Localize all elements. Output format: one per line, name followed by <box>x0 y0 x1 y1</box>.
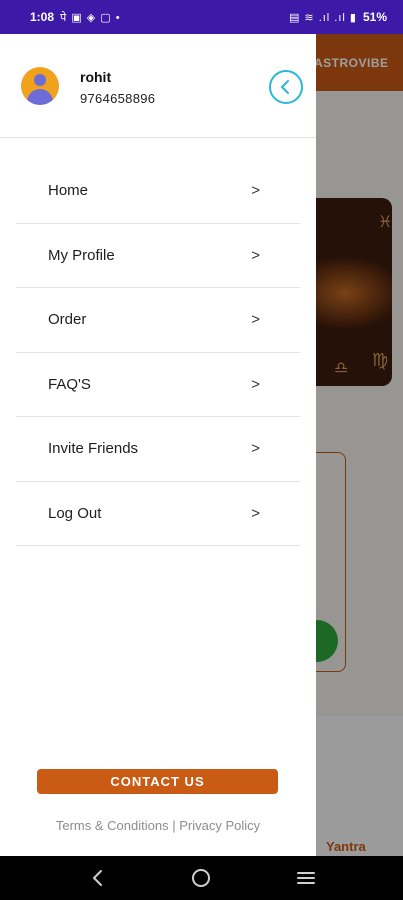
menu-item-label: My Profile <box>48 246 115 264</box>
menu-item-label: Home <box>48 182 89 200</box>
avatar <box>21 67 59 105</box>
chevron-right-icon: > <box>251 440 260 458</box>
back-chevron-icon <box>93 870 103 886</box>
navigation-drawer: rohit 9764658896 Home > My Profile > Ord… <box>0 34 316 856</box>
chevron-right-icon: > <box>251 246 260 264</box>
recents-button[interactable] <box>286 863 326 893</box>
menu-item-home[interactable]: Home > <box>16 159 300 224</box>
recents-menu-icon <box>296 872 315 884</box>
status-right: ▤ ≋ .ıl .ıl ▮ 51% <box>289 10 387 24</box>
chevron-right-icon: > <box>251 504 260 522</box>
menu-item-order[interactable]: Order > <box>16 288 300 353</box>
avatar-shoulders <box>27 89 53 105</box>
footer-links: Terms & Conditions | Privacy Policy <box>0 818 316 833</box>
drawer-menu: Home > My Profile > Order > FAQ'S > Invi… <box>16 159 300 546</box>
link-separator: | <box>172 818 176 833</box>
home-button[interactable] <box>181 863 221 893</box>
menu-item-faqs[interactable]: FAQ'S > <box>16 353 300 417</box>
back-button[interactable] <box>77 863 117 893</box>
terms-link[interactable]: Terms & Conditions <box>56 818 169 833</box>
battery-level: 51% <box>362 10 387 24</box>
contact-us-button[interactable]: CONTACT US <box>37 769 278 794</box>
status-bar: 1:08 पे ▣ ◈ ▢ • ▤ ≋ .ıl .ıl ▮ 51% <box>0 0 403 34</box>
status-time: 1:08 <box>30 10 55 24</box>
chevron-right-icon: > <box>251 375 260 393</box>
menu-item-my-profile[interactable]: My Profile > <box>16 224 300 288</box>
menu-item-log-out[interactable]: Log Out > <box>16 482 300 546</box>
avatar-head <box>34 74 46 86</box>
menu-item-label: Invite Friends <box>48 440 139 458</box>
drawer-profile-header: rohit 9764658896 <box>0 34 316 138</box>
chevron-right-icon: > <box>251 182 260 200</box>
user-phone: 9764658896 <box>80 91 156 106</box>
status-left: 1:08 पे ▣ ◈ ▢ • <box>30 10 121 25</box>
signal-icons: ▤ ≋ .ıl .ıl ▮ <box>288 11 357 24</box>
chevron-right-icon: > <box>251 311 260 329</box>
menu-item-label: FAQ'S <box>48 375 91 393</box>
menu-item-label: Order <box>48 311 87 329</box>
close-drawer-button[interactable] <box>269 70 303 104</box>
menu-item-label: Log Out <box>48 504 102 522</box>
home-circle-icon <box>192 869 211 887</box>
chevron-left-icon <box>281 80 289 94</box>
notification-icons: पे ▣ ◈ ▢ • <box>60 11 121 24</box>
system-navigation-bar <box>0 856 403 900</box>
privacy-link[interactable]: Privacy Policy <box>179 818 260 833</box>
menu-item-invite-friends[interactable]: Invite Friends > <box>16 417 300 482</box>
user-name: rohit <box>80 69 112 85</box>
